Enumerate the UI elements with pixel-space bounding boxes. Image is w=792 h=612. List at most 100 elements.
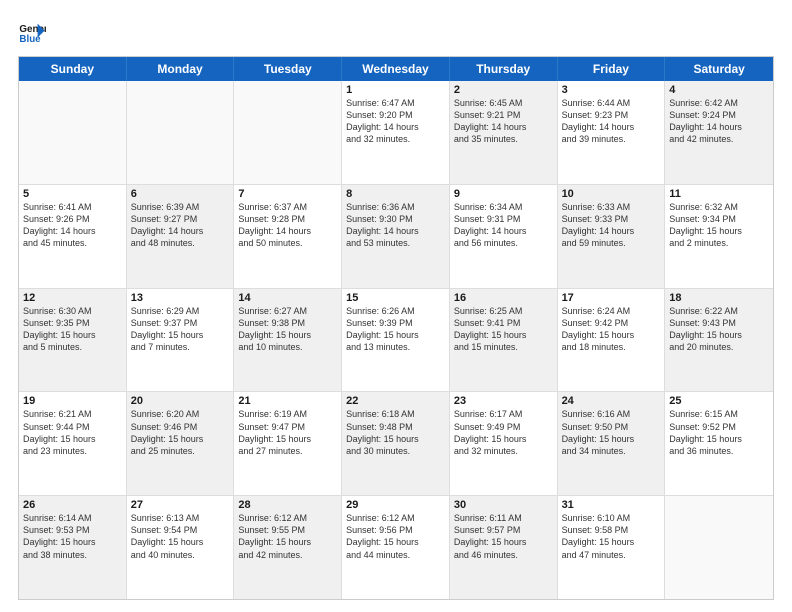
calendar-cell: 26Sunrise: 6:14 AMSunset: 9:53 PMDayligh… xyxy=(19,496,127,599)
day-number: 11 xyxy=(669,188,769,200)
cell-info-line: Sunrise: 6:19 AM xyxy=(238,408,337,420)
cell-info-line: Sunrise: 6:42 AM xyxy=(669,97,769,109)
cell-info-line: Sunset: 9:37 PM xyxy=(131,317,230,329)
cell-info-line: Sunset: 9:57 PM xyxy=(454,524,553,536)
day-number: 2 xyxy=(454,84,553,96)
calendar-cell: 2Sunrise: 6:45 AMSunset: 9:21 PMDaylight… xyxy=(450,81,558,184)
cell-info-line: Sunrise: 6:25 AM xyxy=(454,305,553,317)
cell-info-line: Sunset: 9:46 PM xyxy=(131,421,230,433)
cell-info-line: Sunrise: 6:24 AM xyxy=(562,305,661,317)
cell-info-line: and 30 minutes. xyxy=(346,445,445,457)
cell-info-line: Daylight: 15 hours xyxy=(669,329,769,341)
calendar-cell: 28Sunrise: 6:12 AMSunset: 9:55 PMDayligh… xyxy=(234,496,342,599)
cell-info-line: Sunset: 9:31 PM xyxy=(454,213,553,225)
day-number: 8 xyxy=(346,188,445,200)
cell-info-line: and 20 minutes. xyxy=(669,341,769,353)
calendar-cell: 17Sunrise: 6:24 AMSunset: 9:42 PMDayligh… xyxy=(558,289,666,392)
cell-info-line: and 44 minutes. xyxy=(346,549,445,561)
day-number: 27 xyxy=(131,499,230,511)
logo: General Blue xyxy=(18,18,46,46)
calendar-cell: 15Sunrise: 6:26 AMSunset: 9:39 PMDayligh… xyxy=(342,289,450,392)
day-number: 31 xyxy=(562,499,661,511)
cell-info-line: Sunrise: 6:37 AM xyxy=(238,201,337,213)
calendar-cell: 8Sunrise: 6:36 AMSunset: 9:30 PMDaylight… xyxy=(342,185,450,288)
cell-info-line: Sunset: 9:41 PM xyxy=(454,317,553,329)
cell-info-line: and 35 minutes. xyxy=(454,133,553,145)
calendar-cell: 23Sunrise: 6:17 AMSunset: 9:49 PMDayligh… xyxy=(450,392,558,495)
cell-info-line: Sunset: 9:53 PM xyxy=(23,524,122,536)
cell-info-line: Sunrise: 6:41 AM xyxy=(23,201,122,213)
cell-info-line: Sunrise: 6:30 AM xyxy=(23,305,122,317)
cell-info-line: Sunset: 9:50 PM xyxy=(562,421,661,433)
calendar-cell xyxy=(127,81,235,184)
day-number: 18 xyxy=(669,292,769,304)
calendar-body: 1Sunrise: 6:47 AMSunset: 9:20 PMDaylight… xyxy=(19,81,773,599)
cell-info-line: Sunrise: 6:32 AM xyxy=(669,201,769,213)
cell-info-line: and 23 minutes. xyxy=(23,445,122,457)
cell-info-line: and 34 minutes. xyxy=(562,445,661,457)
cell-info-line: Daylight: 15 hours xyxy=(131,329,230,341)
cell-info-line: and 13 minutes. xyxy=(346,341,445,353)
cell-info-line: and 48 minutes. xyxy=(131,237,230,249)
calendar-cell: 22Sunrise: 6:18 AMSunset: 9:48 PMDayligh… xyxy=(342,392,450,495)
weekday-header: Saturday xyxy=(665,57,773,81)
cell-info-line: Daylight: 14 hours xyxy=(346,121,445,133)
calendar-cell: 13Sunrise: 6:29 AMSunset: 9:37 PMDayligh… xyxy=(127,289,235,392)
page: General Blue SundayMondayTuesdayWednesda… xyxy=(0,0,792,612)
cell-info-line: Daylight: 15 hours xyxy=(238,329,337,341)
cell-info-line: Daylight: 15 hours xyxy=(346,536,445,548)
cell-info-line: Sunrise: 6:27 AM xyxy=(238,305,337,317)
cell-info-line: Sunset: 9:34 PM xyxy=(669,213,769,225)
cell-info-line: Daylight: 15 hours xyxy=(23,536,122,548)
cell-info-line: Sunset: 9:48 PM xyxy=(346,421,445,433)
cell-info-line: Sunrise: 6:18 AM xyxy=(346,408,445,420)
cell-info-line: Daylight: 14 hours xyxy=(562,225,661,237)
cell-info-line: Daylight: 15 hours xyxy=(669,225,769,237)
cell-info-line: Sunrise: 6:12 AM xyxy=(238,512,337,524)
calendar-cell: 5Sunrise: 6:41 AMSunset: 9:26 PMDaylight… xyxy=(19,185,127,288)
day-number: 10 xyxy=(562,188,661,200)
day-number: 29 xyxy=(346,499,445,511)
cell-info-line: Sunrise: 6:20 AM xyxy=(131,408,230,420)
calendar-cell: 10Sunrise: 6:33 AMSunset: 9:33 PMDayligh… xyxy=(558,185,666,288)
calendar-row: 26Sunrise: 6:14 AMSunset: 9:53 PMDayligh… xyxy=(19,495,773,599)
cell-info-line: Daylight: 15 hours xyxy=(238,536,337,548)
cell-info-line: Sunset: 9:56 PM xyxy=(346,524,445,536)
calendar-cell: 3Sunrise: 6:44 AMSunset: 9:23 PMDaylight… xyxy=(558,81,666,184)
cell-info-line: Sunrise: 6:47 AM xyxy=(346,97,445,109)
day-number: 24 xyxy=(562,395,661,407)
cell-info-line: and 2 minutes. xyxy=(669,237,769,249)
day-number: 6 xyxy=(131,188,230,200)
cell-info-line: and 7 minutes. xyxy=(131,341,230,353)
day-number: 3 xyxy=(562,84,661,96)
cell-info-line: Sunrise: 6:29 AM xyxy=(131,305,230,317)
calendar-cell: 1Sunrise: 6:47 AMSunset: 9:20 PMDaylight… xyxy=(342,81,450,184)
cell-info-line: Sunset: 9:52 PM xyxy=(669,421,769,433)
cell-info-line: Sunset: 9:47 PM xyxy=(238,421,337,433)
cell-info-line: Sunset: 9:42 PM xyxy=(562,317,661,329)
cell-info-line: and 18 minutes. xyxy=(562,341,661,353)
cell-info-line: Sunrise: 6:36 AM xyxy=(346,201,445,213)
cell-info-line: Sunrise: 6:15 AM xyxy=(669,408,769,420)
calendar-row: 5Sunrise: 6:41 AMSunset: 9:26 PMDaylight… xyxy=(19,184,773,288)
day-number: 1 xyxy=(346,84,445,96)
cell-info-line: Sunset: 9:54 PM xyxy=(131,524,230,536)
calendar-cell: 25Sunrise: 6:15 AMSunset: 9:52 PMDayligh… xyxy=(665,392,773,495)
cell-info-line: Sunset: 9:20 PM xyxy=(346,109,445,121)
weekday-header: Thursday xyxy=(450,57,558,81)
weekday-header: Sunday xyxy=(19,57,127,81)
cell-info-line: Sunrise: 6:44 AM xyxy=(562,97,661,109)
calendar-header: SundayMondayTuesdayWednesdayThursdayFrid… xyxy=(19,57,773,81)
cell-info-line: and 25 minutes. xyxy=(131,445,230,457)
cell-info-line: Daylight: 15 hours xyxy=(238,433,337,445)
cell-info-line: Daylight: 15 hours xyxy=(562,536,661,548)
day-number: 26 xyxy=(23,499,122,511)
day-number: 28 xyxy=(238,499,337,511)
weekday-header: Monday xyxy=(127,57,235,81)
cell-info-line: Sunrise: 6:21 AM xyxy=(23,408,122,420)
cell-info-line: and 5 minutes. xyxy=(23,341,122,353)
day-number: 5 xyxy=(23,188,122,200)
calendar-cell: 11Sunrise: 6:32 AMSunset: 9:34 PMDayligh… xyxy=(665,185,773,288)
cell-info-line: Sunset: 9:30 PM xyxy=(346,213,445,225)
cell-info-line: Daylight: 15 hours xyxy=(454,329,553,341)
